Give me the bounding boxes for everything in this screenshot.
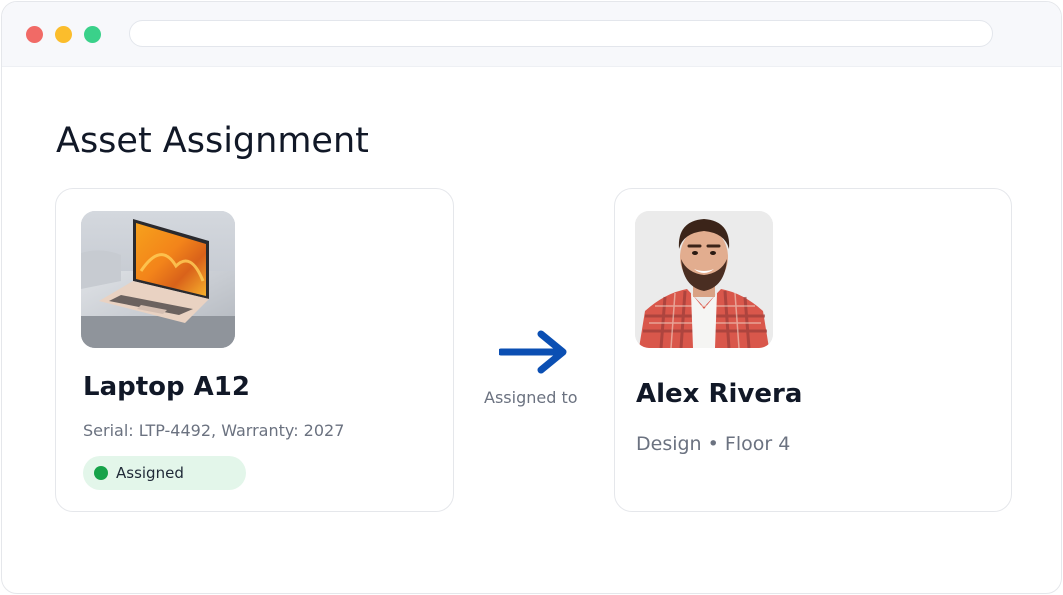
page-title: Asset Assignment bbox=[56, 121, 369, 161]
assignee-card[interactable]: Alex Rivera Design • Floor 4 bbox=[614, 188, 1012, 512]
close-window-button[interactable] bbox=[26, 26, 43, 43]
connector-label: Assigned to bbox=[484, 388, 578, 407]
asset-details: Serial: LTP-4492, Warranty: 2027 bbox=[83, 421, 345, 440]
asset-card[interactable]: Laptop A12 Serial: LTP-4492, Warranty: 2… bbox=[55, 188, 454, 512]
status-dot-icon bbox=[94, 466, 108, 480]
maximize-window-button[interactable] bbox=[84, 26, 101, 43]
window-titlebar bbox=[2, 2, 1061, 67]
address-bar[interactable] bbox=[129, 20, 993, 47]
assignee-details: Design • Floor 4 bbox=[636, 433, 791, 455]
person-photo-icon bbox=[635, 211, 773, 348]
assignee-name: Alex Rivera bbox=[636, 379, 803, 409]
laptop-image bbox=[81, 211, 235, 348]
status-label: Assigned bbox=[116, 464, 184, 482]
minimize-window-button[interactable] bbox=[55, 26, 72, 43]
status-badge: Assigned bbox=[83, 456, 246, 490]
asset-name: Laptop A12 bbox=[83, 372, 250, 402]
avatar bbox=[635, 211, 773, 348]
arrow-right-icon bbox=[497, 330, 567, 374]
connector-arrow bbox=[497, 330, 571, 376]
laptop-photo-icon bbox=[81, 211, 235, 348]
browser-window: Asset Assignment Laptop A12 Serial: LTP-… bbox=[1, 1, 1062, 594]
